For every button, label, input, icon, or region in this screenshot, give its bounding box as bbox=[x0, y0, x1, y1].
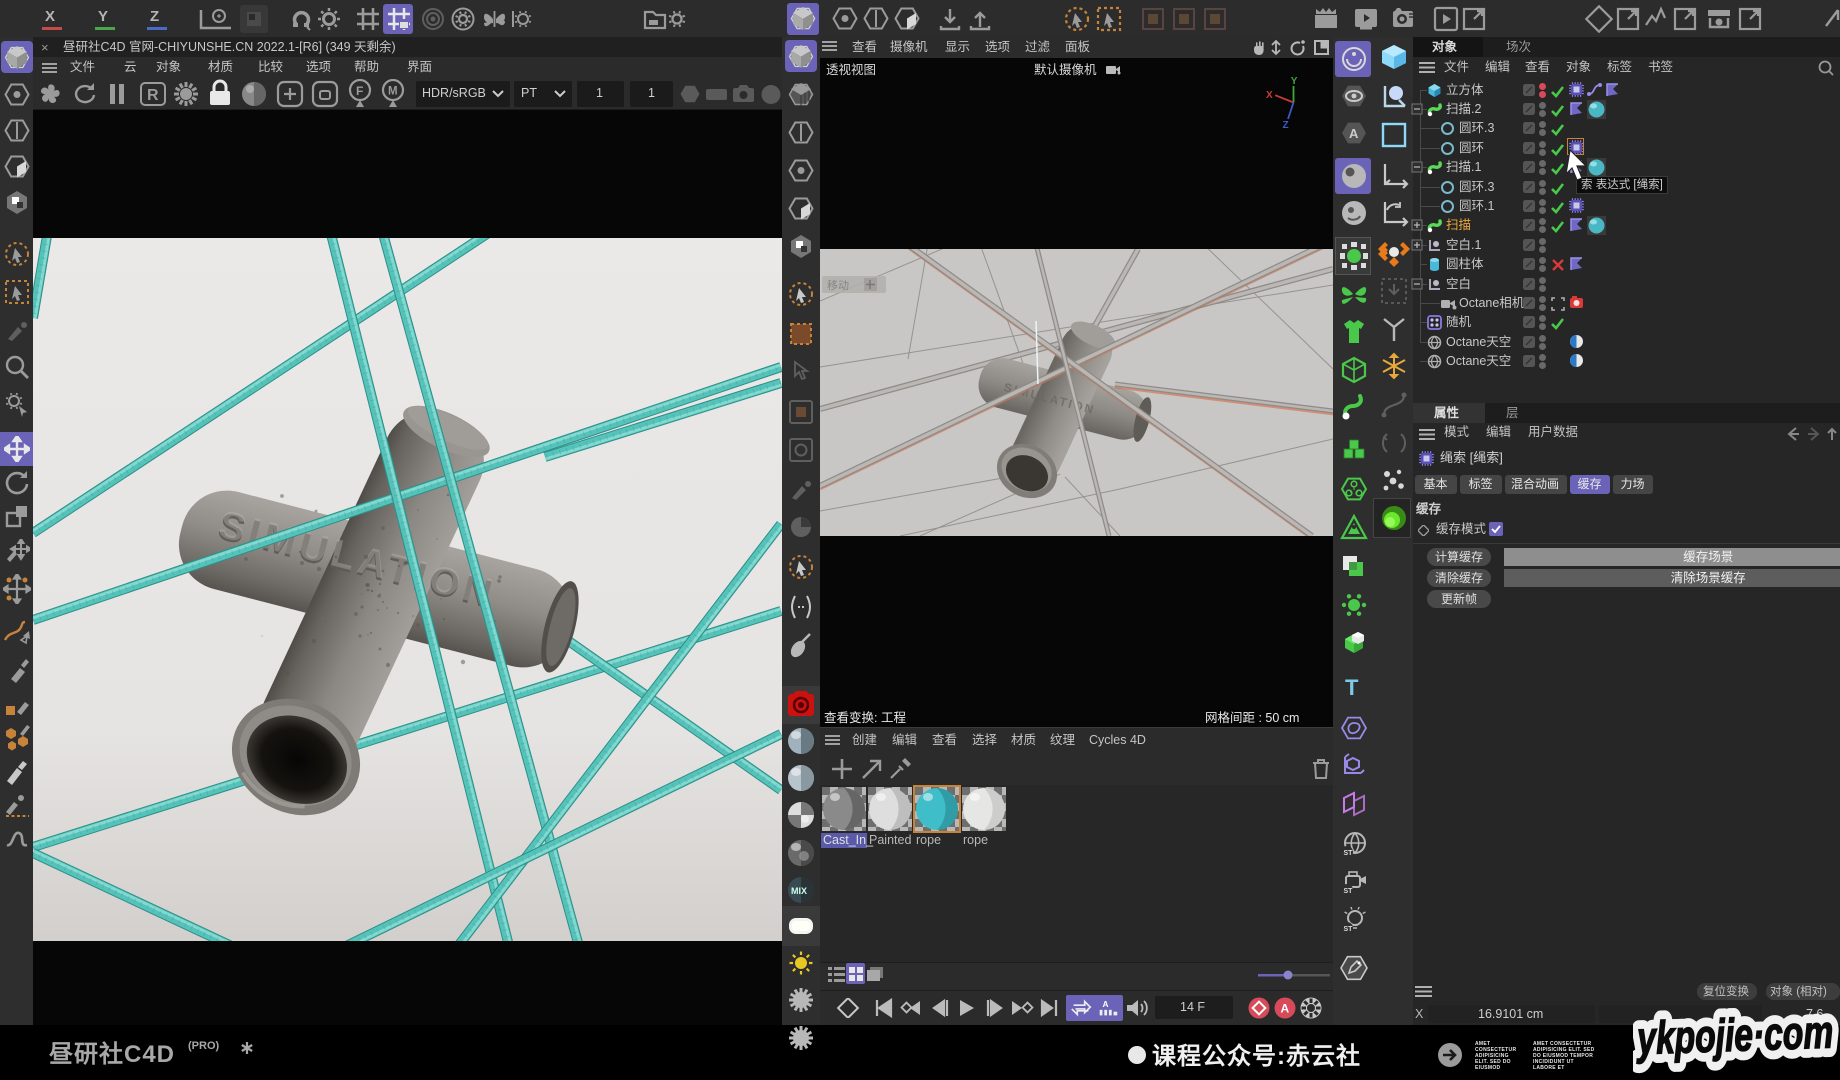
svg-text:ST: ST bbox=[1344, 926, 1354, 933]
svg-text:ST: ST bbox=[1344, 888, 1354, 895]
svg-text:Y: Y bbox=[1291, 76, 1298, 87]
svg-text:F: F bbox=[356, 84, 363, 98]
svg-text:ykpojie·com: ykpojie·com bbox=[1635, 1005, 1834, 1064]
svg-text:移动: 移动 bbox=[827, 279, 849, 292]
svg-text:ST: ST bbox=[1344, 850, 1354, 857]
svg-text:M: M bbox=[388, 86, 398, 98]
svg-text:A: A bbox=[1349, 126, 1359, 141]
svg-text:MIX: MIX bbox=[791, 886, 807, 896]
svg-text:A: A bbox=[1102, 999, 1108, 1009]
svg-text:Z: Z bbox=[1283, 120, 1289, 130]
svg-text:R: R bbox=[147, 87, 159, 104]
svg-text:X: X bbox=[1266, 90, 1273, 101]
svg-text:T: T bbox=[1345, 675, 1359, 700]
svg-text:A: A bbox=[1281, 1002, 1290, 1016]
